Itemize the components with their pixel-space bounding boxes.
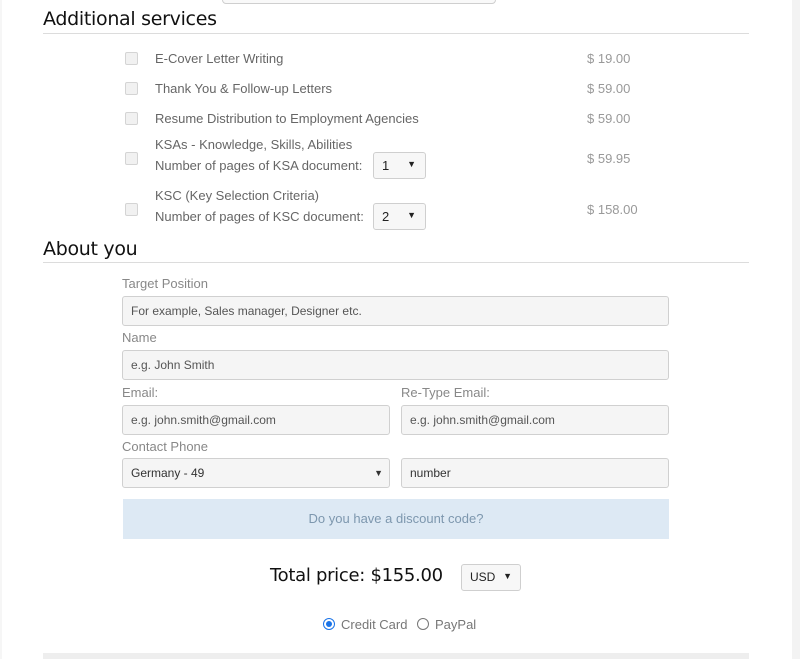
chevron-down-icon: ▼ <box>503 571 512 581</box>
credit-card-radio[interactable] <box>323 618 335 630</box>
currency-value: USD <box>470 570 496 584</box>
service-checkbox[interactable] <box>125 82 138 95</box>
ksc-pages-value: 2 <box>382 209 390 224</box>
service-label: E-Cover Letter Writing <box>155 51 284 66</box>
service-label: Thank You & Follow-up Letters <box>155 81 333 96</box>
paypal-label[interactable]: PayPal <box>435 617 476 632</box>
phone-number-input[interactable]: number <box>401 458 669 488</box>
currency-select[interactable]: USD ▼ <box>461 564 521 591</box>
additional-services-title: Additional services <box>43 8 217 30</box>
discount-code-toggle[interactable]: Do you have a discount code? <box>123 499 669 539</box>
email-input[interactable]: e.g. john.smith@gmail.com <box>122 405 390 435</box>
service-checkbox[interactable] <box>125 203 138 216</box>
page-scroll-track <box>792 0 800 659</box>
country-code-value: Germany - 49 <box>131 466 205 480</box>
total-price: Total price: $155.00 <box>270 565 443 586</box>
ksc-pages-select[interactable]: 2 ▼ <box>373 203 426 230</box>
service-price: $ 19.00 <box>587 51 631 66</box>
service-checkbox[interactable] <box>125 112 138 125</box>
name-label: Name <box>122 330 157 345</box>
ksa-pages-value: 1 <box>382 158 390 173</box>
target-position-input[interactable]: For example, Sales manager, Designer etc… <box>122 296 669 326</box>
service-price: $ 59.00 <box>587 111 631 126</box>
name-input[interactable]: e.g. John Smith <box>122 350 669 380</box>
page-left-edge <box>0 0 2 659</box>
service-label: KSC (Key Selection Criteria) <box>155 188 319 203</box>
service-label: Resume Distribution to Employment Agenci… <box>155 111 419 126</box>
service-checkbox[interactable] <box>125 152 138 165</box>
chevron-down-icon: ▼ <box>407 159 416 169</box>
section-divider <box>43 262 749 263</box>
service-price: $ 158.00 <box>587 202 638 217</box>
ksa-pages-select[interactable]: 1 ▼ <box>373 152 426 179</box>
email-label: Email: <box>122 385 159 400</box>
country-code-select[interactable]: Germany - 49 ▼ <box>122 458 390 488</box>
next-section-bar <box>43 653 749 659</box>
chevron-down-icon: ▼ <box>374 468 383 478</box>
service-price: $ 59.00 <box>587 81 631 96</box>
about-you-title: About you <box>43 238 138 260</box>
section-divider <box>43 33 749 34</box>
contact-phone-label: Contact Phone <box>122 439 209 454</box>
service-label: KSAs - Knowledge, Skills, Abilities <box>155 137 353 152</box>
retype-email-input[interactable]: e.g. john.smith@gmail.com <box>401 405 669 435</box>
retype-email-label: Re-Type Email: <box>401 385 490 400</box>
credit-card-label[interactable]: Credit Card <box>341 617 407 632</box>
service-checkbox[interactable] <box>125 52 138 65</box>
service-price: $ 59.95 <box>587 151 631 166</box>
chevron-down-icon: ▼ <box>407 210 416 220</box>
previous-select-field[interactable] <box>222 0 496 4</box>
target-position-label: Target Position <box>122 276 208 291</box>
paypal-radio[interactable] <box>417 618 429 630</box>
ksc-pages-label: Number of pages of KSC document: <box>155 209 364 224</box>
ksa-pages-label: Number of pages of KSA document: <box>155 158 363 173</box>
